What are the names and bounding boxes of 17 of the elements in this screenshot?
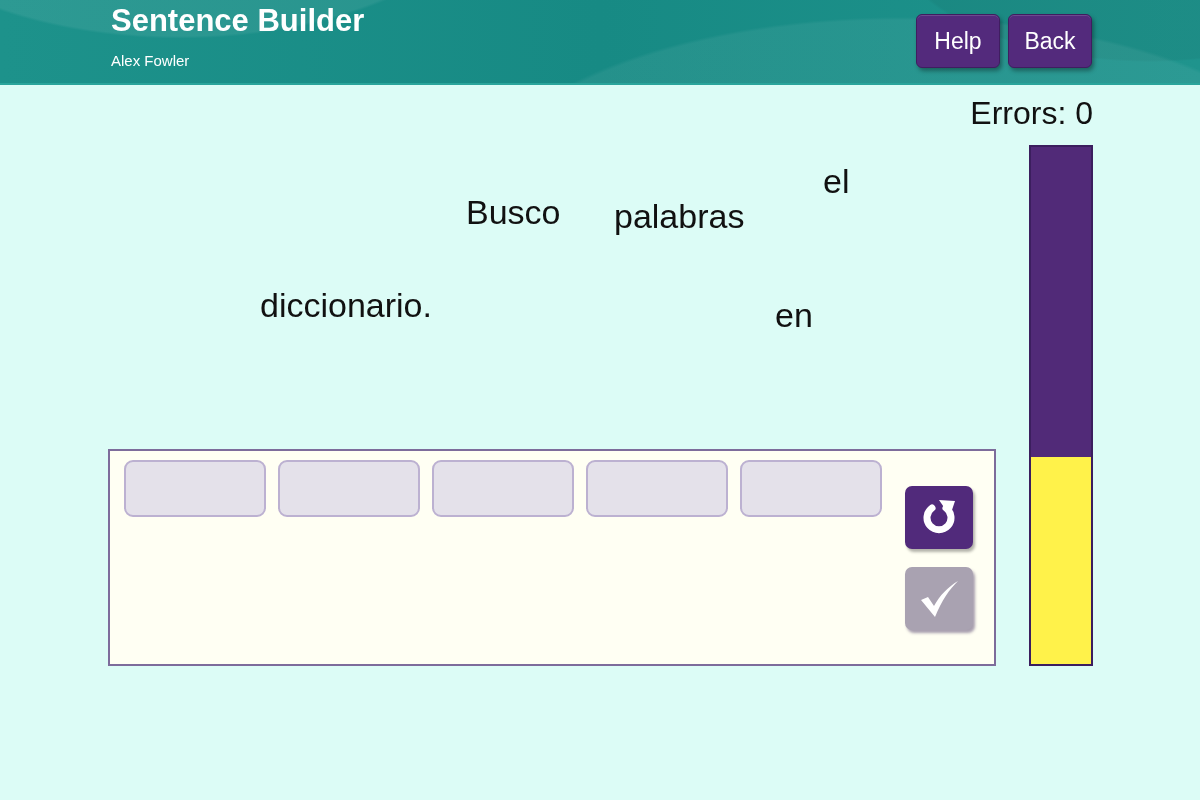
draggable-word[interactable]: diccionario. [260,285,432,325]
word-slot[interactable] [432,460,574,517]
app-title: Sentence Builder [111,2,365,39]
draggable-word[interactable]: palabras [614,196,745,236]
word-slot[interactable] [586,460,728,517]
draggable-word[interactable]: Busco [466,192,561,232]
draggable-word[interactable]: en [775,295,813,335]
reset-button[interactable] [905,486,973,549]
error-count: Errors: 0 [970,95,1093,131]
word-slot[interactable] [278,460,420,517]
back-button[interactable]: Back [1008,14,1092,68]
word-slot[interactable] [740,460,882,517]
user-name: Alex Fowler [111,52,191,70]
draggable-word[interactable]: el [823,161,850,201]
checkmark-icon [919,578,959,619]
word-slot[interactable] [124,460,266,517]
help-button[interactable]: Help [916,14,1000,68]
